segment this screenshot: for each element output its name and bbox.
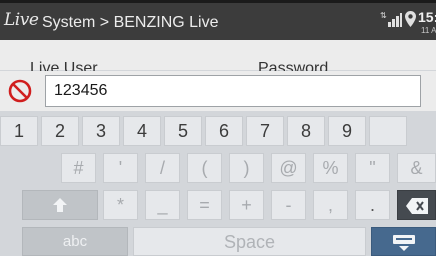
key-slash[interactable]: / bbox=[145, 153, 180, 183]
title-bar: Live System > BENZING Live ⇅ 15:44 11 Au… bbox=[0, 0, 436, 40]
breadcrumb: System > BENZING Live bbox=[42, 14, 219, 31]
key-equals[interactable]: = bbox=[187, 190, 222, 220]
keyboard-input-strip: 123456 bbox=[0, 71, 436, 111]
backspace-icon bbox=[406, 198, 428, 214]
key-open-paren[interactable]: ( bbox=[187, 153, 222, 183]
key-at[interactable]: @ bbox=[271, 153, 306, 183]
key-apostrophe[interactable]: ' bbox=[103, 153, 138, 183]
key-partial[interactable] bbox=[369, 116, 407, 146]
key-8[interactable]: 8 bbox=[287, 116, 325, 146]
abc-mode-key[interactable]: abc bbox=[22, 227, 128, 256]
signal-bars-icon bbox=[388, 13, 402, 27]
keyboard-text-input[interactable]: 123456 bbox=[45, 75, 421, 107]
shift-arrow-icon bbox=[53, 198, 67, 212]
key-4[interactable]: 4 bbox=[123, 116, 161, 146]
backspace-key[interactable] bbox=[397, 190, 436, 220]
shift-key[interactable] bbox=[22, 190, 98, 220]
status-date: 11 Aug bbox=[421, 26, 436, 35]
status-area: ⇅ 15:44 11 Aug bbox=[380, 7, 436, 39]
key-2[interactable]: 2 bbox=[41, 116, 79, 146]
status-time: 15:44 bbox=[418, 9, 436, 25]
key-quote[interactable]: " bbox=[355, 153, 390, 183]
key-percent[interactable]: % bbox=[313, 153, 348, 183]
app-logo: Live bbox=[4, 10, 39, 30]
key-period[interactable]: . bbox=[355, 190, 390, 220]
key-9[interactable]: 9 bbox=[328, 116, 366, 146]
key-1[interactable]: 1 bbox=[0, 116, 38, 146]
data-activity-icon: ⇅ bbox=[380, 11, 387, 20]
space-key[interactable]: Space bbox=[133, 227, 366, 256]
key-hash[interactable]: # bbox=[61, 153, 96, 183]
key-close-paren[interactable]: ) bbox=[229, 153, 264, 183]
key-minus[interactable]: - bbox=[271, 190, 306, 220]
key-asterisk[interactable]: * bbox=[103, 190, 138, 220]
onscreen-keyboard: 1 2 3 4 5 6 7 8 9 # ' / ( ) @ % " & * _ … bbox=[0, 112, 436, 256]
key-ampersand[interactable]: & bbox=[397, 153, 436, 183]
key-7[interactable]: 7 bbox=[246, 116, 284, 146]
key-underscore[interactable]: _ bbox=[145, 190, 180, 220]
key-5[interactable]: 5 bbox=[164, 116, 202, 146]
keyboard-hide-key[interactable] bbox=[371, 227, 436, 256]
login-form-background: Live User Password bbox=[0, 40, 436, 77]
key-plus[interactable]: + bbox=[229, 190, 264, 220]
key-3[interactable]: 3 bbox=[82, 116, 120, 146]
location-pin-icon bbox=[405, 11, 416, 27]
key-comma[interactable]: , bbox=[313, 190, 348, 220]
key-6[interactable]: 6 bbox=[205, 116, 243, 146]
no-entry-icon[interactable] bbox=[8, 79, 32, 103]
keyboard-hide-icon bbox=[393, 235, 415, 251]
